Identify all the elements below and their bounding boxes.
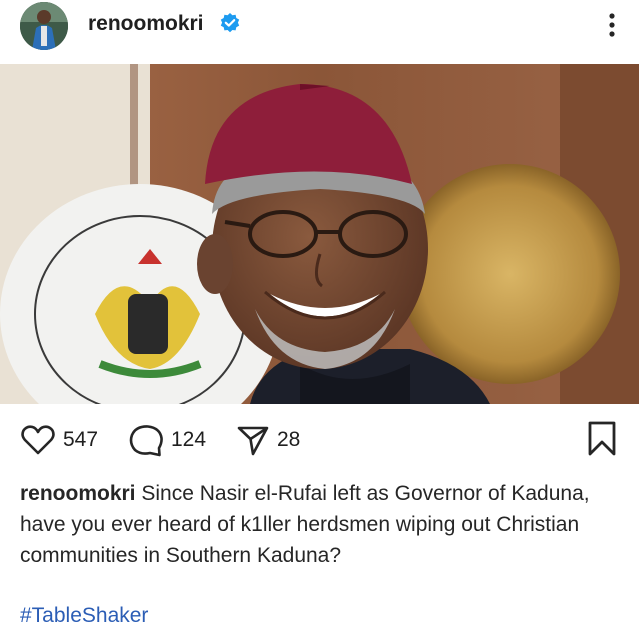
bookmark-icon[interactable] [586, 420, 618, 458]
hashtag-link[interactable]: #TableShaker [20, 604, 148, 628]
caption-username[interactable]: renoomokri [20, 482, 136, 505]
post-actions: 547 124 28 [0, 420, 639, 464]
comment-action[interactable]: 124 [128, 420, 206, 460]
comment-bubble-icon[interactable] [128, 423, 164, 457]
post-username[interactable]: renoomokri [88, 12, 204, 36]
post-header: renoomokri [0, 0, 639, 62]
post-image[interactable] [0, 64, 639, 404]
comment-count: 124 [171, 428, 207, 451]
share-action[interactable]: 28 [236, 420, 300, 460]
avatar[interactable] [20, 2, 68, 50]
share-count: 28 [277, 428, 301, 451]
more-options-icon[interactable] [600, 8, 624, 42]
heart-icon[interactable] [20, 424, 56, 456]
like-action[interactable]: 547 [20, 420, 98, 460]
paper-plane-icon[interactable] [236, 423, 270, 457]
like-count: 547 [63, 428, 99, 451]
post-caption: renoomokri Since Nasir el-Rufai left as … [20, 478, 620, 571]
verified-badge-icon [220, 13, 240, 33]
